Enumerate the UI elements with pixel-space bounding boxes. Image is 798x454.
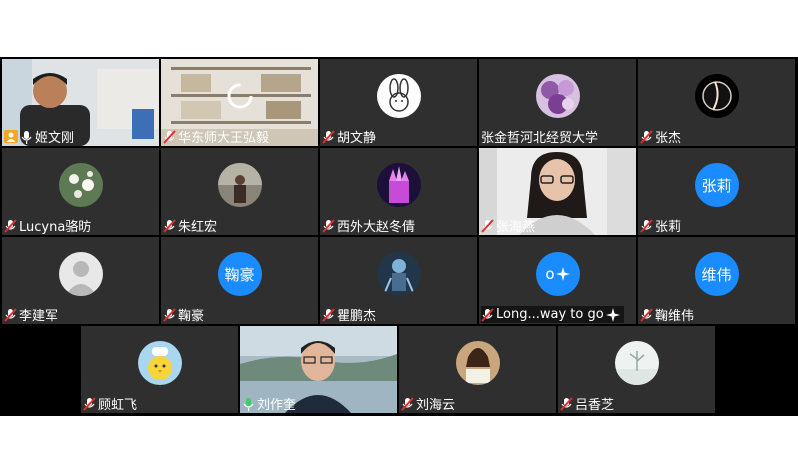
- participant-name: 姬文刚: [35, 131, 75, 146]
- participant-tile[interactable]: 胡文静: [320, 59, 477, 146]
- participant-name: 张莉: [655, 220, 682, 235]
- avatar: [376, 252, 421, 296]
- participant-tile[interactable]: 张杰: [638, 59, 795, 146]
- mic-muted-icon: [560, 396, 573, 411]
- avatar: [137, 341, 182, 385]
- participant-tile[interactable]: 鞠豪 鞠豪: [161, 237, 318, 324]
- avatar: [614, 341, 659, 385]
- participant-name: 张杰: [655, 131, 682, 146]
- avatar: [376, 74, 421, 118]
- participant-label: 朱红宏: [163, 217, 221, 235]
- participant-name: Long...way to go: [496, 307, 604, 322]
- participant-label: 鞠豪: [163, 306, 208, 324]
- participant-label: 姬文刚: [4, 128, 78, 146]
- participant-tile[interactable]: o Long...way to go: [479, 237, 636, 324]
- participant-name: 李建军: [19, 309, 59, 324]
- participant-label: 张海燕: [481, 217, 539, 235]
- participant-label: 鞠维伟: [640, 306, 698, 324]
- participant-name: 鞠豪: [178, 309, 205, 324]
- participant-label: 张金哲河北经贸大学: [481, 128, 602, 146]
- mic-muted-icon: [322, 307, 335, 322]
- participant-tile[interactable]: 张金哲河北经贸大学: [479, 59, 636, 146]
- participant-name: 刘海云: [416, 398, 456, 413]
- participant-name: 顾虹飞: [98, 398, 138, 413]
- participant-label: 西外大赵冬倩: [322, 217, 419, 235]
- participant-name: 胡文静: [337, 131, 377, 146]
- participant-label: 李建军: [4, 306, 62, 324]
- participant-tile[interactable]: 姬文刚: [2, 59, 159, 146]
- participant-label: 张莉: [640, 217, 685, 235]
- participant-label: 刘作奎: [242, 395, 300, 413]
- participant-name: 刘作奎: [257, 398, 297, 413]
- avatar: [694, 74, 739, 118]
- participant-label: 胡文静: [322, 128, 380, 146]
- avatar: [455, 341, 500, 385]
- host-icon: [4, 130, 18, 143]
- sparkle-icon: [605, 307, 620, 322]
- mic-muted-icon: [401, 396, 414, 411]
- initials-avatar: 张莉: [694, 163, 739, 207]
- mic-muted-icon: [163, 218, 176, 233]
- mic-on-icon: [243, 397, 254, 411]
- participant-tile[interactable]: 顾虹飞: [81, 326, 238, 413]
- participant-label: 瞿鹏杰: [322, 306, 380, 324]
- participant-label: 华东师大王弘毅: [163, 128, 273, 146]
- participant-name: 华东师大王弘毅: [178, 131, 270, 146]
- participant-label: Long...way to go: [481, 306, 624, 323]
- participant-name: 鞠维伟: [655, 309, 695, 324]
- mic-muted-icon: [163, 307, 176, 322]
- participant-label: 吕香芝: [560, 395, 618, 413]
- participant-label: 顾虹飞: [83, 395, 141, 413]
- avatar: [376, 163, 421, 207]
- participant-tile[interactable]: 瞿鹏杰: [320, 237, 477, 324]
- sparkle-icon: [555, 267, 570, 281]
- participant-tile[interactable]: 吕香芝: [558, 326, 715, 413]
- mic-on-icon: [21, 130, 32, 144]
- avatar-initial: o: [545, 265, 555, 283]
- avatar: [58, 252, 103, 296]
- participant-tile[interactable]: 李建军: [2, 237, 159, 324]
- avatar: [217, 163, 262, 207]
- participant-label: 张杰: [640, 128, 685, 146]
- participant-name: 西外大赵冬倩: [337, 220, 416, 235]
- initials-avatar: o: [535, 252, 580, 296]
- mic-muted-icon: [481, 307, 494, 322]
- participant-name: 吕香芝: [575, 398, 615, 413]
- participant-tile[interactable]: 维伟 鞠维伟: [638, 237, 795, 324]
- mic-muted-icon: [163, 129, 176, 144]
- initials-avatar: 鞠豪: [217, 252, 262, 296]
- participant-name: 朱红宏: [178, 220, 218, 235]
- participant-name: Lucyna骆昉: [19, 220, 92, 235]
- initials-avatar: 维伟: [694, 252, 739, 296]
- participant-label: 刘海云: [401, 395, 459, 413]
- participant-tile[interactable]: 朱红宏: [161, 148, 318, 235]
- participant-tile[interactable]: 张莉 张莉: [638, 148, 795, 235]
- participant-name: 张金哲河北经贸大学: [481, 131, 599, 146]
- participant-tile[interactable]: 张海燕: [479, 148, 636, 235]
- participant-name: 瞿鹏杰: [337, 309, 377, 324]
- mic-muted-icon: [640, 307, 653, 322]
- mic-muted-icon: [4, 307, 17, 322]
- participant-label: Lucyna骆昉: [4, 217, 95, 235]
- video-grid: 姬文刚 华东师大王弘毅 胡文静 张金哲河北经贸大学 张杰 Lucyna骆昉 朱红…: [0, 57, 798, 416]
- mic-muted-icon: [640, 218, 653, 233]
- avatar: [58, 163, 103, 207]
- participant-tile[interactable]: 刘海云: [399, 326, 556, 413]
- participant-name: 张海燕: [496, 220, 536, 235]
- participant-tile[interactable]: 刘作奎: [240, 326, 397, 413]
- participant-tile[interactable]: Lucyna骆昉: [2, 148, 159, 235]
- mic-muted-icon: [83, 396, 96, 411]
- mic-muted-icon: [322, 129, 335, 144]
- mic-muted-icon: [640, 129, 653, 144]
- mic-muted-icon: [322, 218, 335, 233]
- mic-muted-icon: [4, 218, 17, 233]
- participant-tile[interactable]: 华东师大王弘毅: [161, 59, 318, 146]
- mic-muted-icon: [481, 218, 494, 233]
- avatar: [535, 74, 580, 118]
- participant-tile[interactable]: 西外大赵冬倩: [320, 148, 477, 235]
